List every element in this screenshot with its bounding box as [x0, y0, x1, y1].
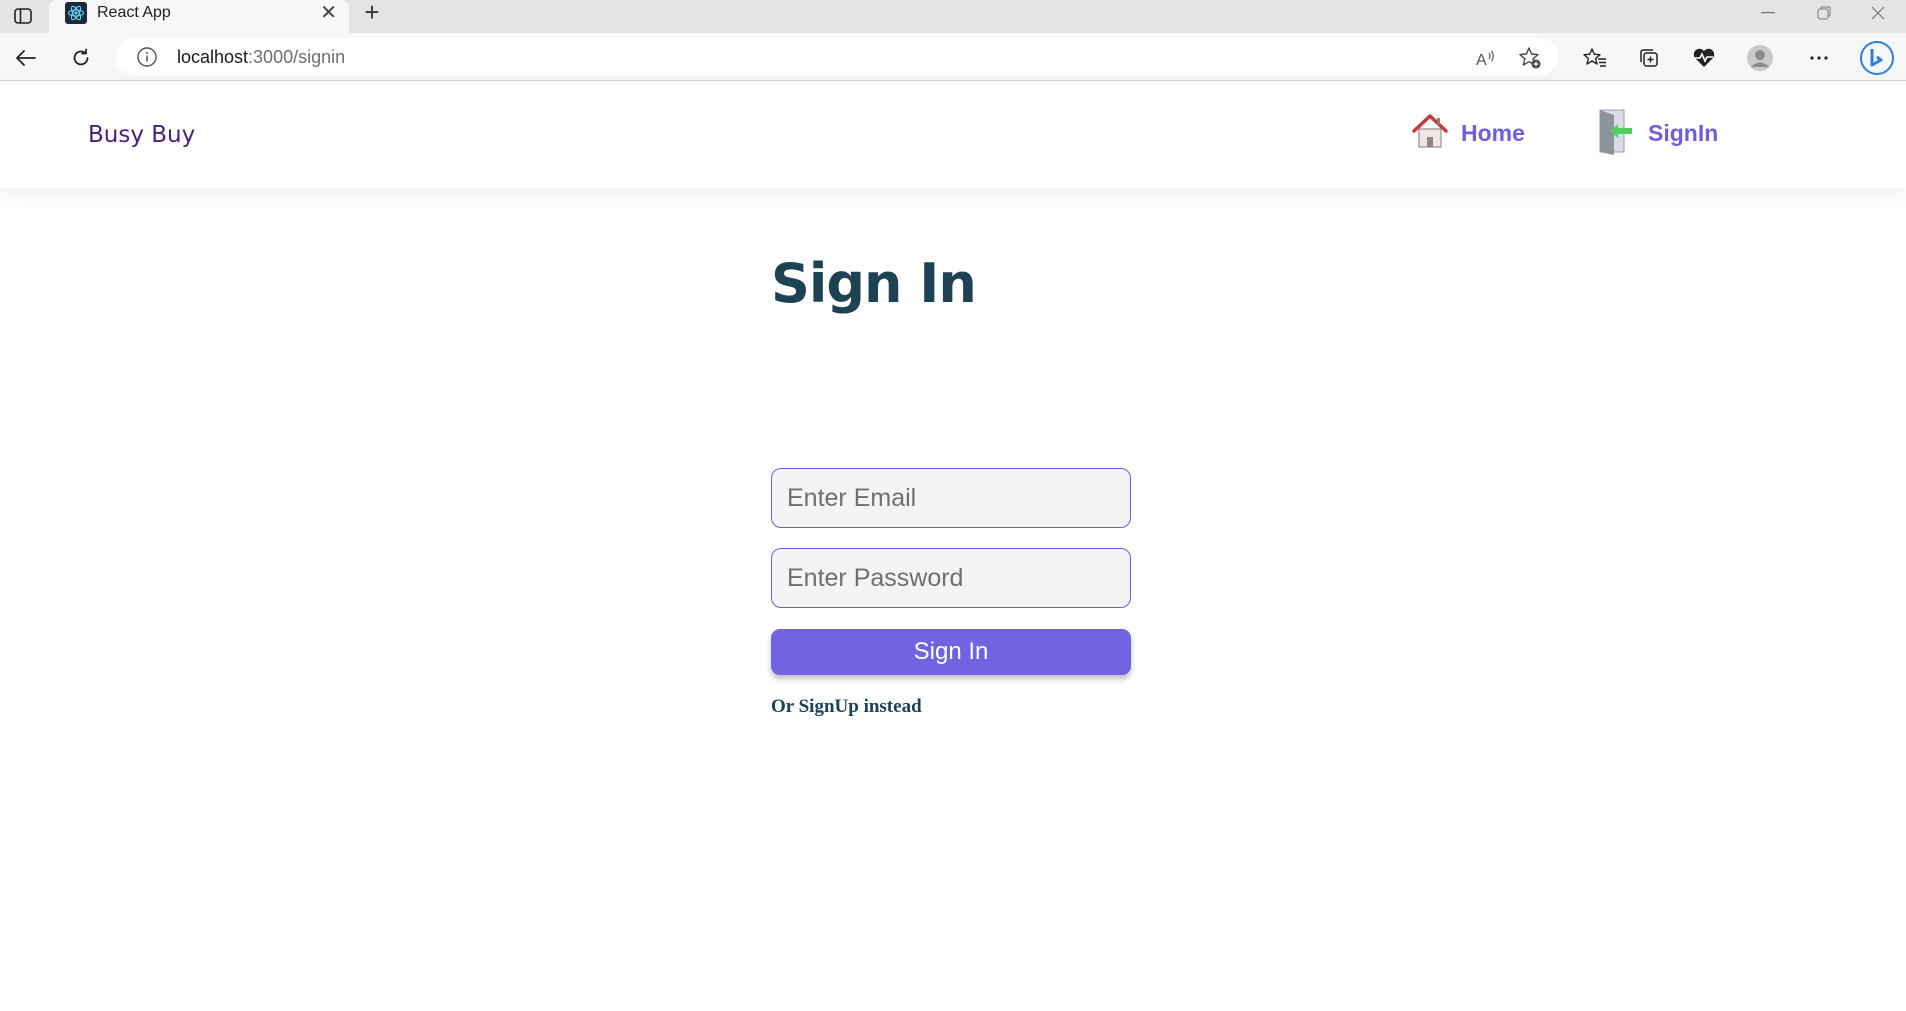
- bing-icon[interactable]: [1858, 39, 1896, 77]
- window-close-icon[interactable]: [1850, 0, 1906, 26]
- browser-tab[interactable]: React App ✕: [49, 0, 349, 33]
- address-bar[interactable]: localhost:3000/signin A: [116, 38, 1558, 76]
- react-logo-icon: [65, 2, 87, 24]
- nav-signin-label: SignIn: [1648, 119, 1719, 146]
- page-title: Sign In: [771, 252, 977, 315]
- close-icon[interactable]: ✕: [320, 2, 337, 24]
- sign-in-button[interactable]: Sign In: [771, 629, 1131, 675]
- browser-toolbar: localhost:3000/signin A: [0, 33, 1906, 81]
- back-icon[interactable]: [11, 43, 41, 73]
- browser-tab-bar: React App ✕ +: [0, 0, 1906, 33]
- nav-signin-link[interactable]: SignIn: [1596, 109, 1718, 157]
- reload-icon[interactable]: [66, 43, 96, 73]
- restore-icon[interactable]: [1796, 0, 1852, 26]
- brand-logo-text[interactable]: Busy Buy: [88, 122, 195, 148]
- collections-icon[interactable]: [1634, 43, 1664, 73]
- navbar: Busy Buy Home SignIn: [0, 82, 1906, 188]
- nav-home-link[interactable]: Home: [1411, 109, 1525, 157]
- page: Busy Buy Home SignIn: [0, 82, 1906, 1011]
- minimize-icon[interactable]: [1740, 0, 1796, 26]
- add-favorite-icon[interactable]: [1518, 46, 1542, 70]
- profile-icon[interactable]: [1745, 43, 1775, 73]
- svg-text:A: A: [1476, 52, 1487, 68]
- read-aloud-icon[interactable]: A: [1474, 46, 1498, 70]
- house-icon: [1411, 112, 1449, 155]
- nav-home-label: Home: [1461, 119, 1525, 146]
- tab-title: React App: [97, 4, 171, 21]
- email-field[interactable]: [771, 468, 1131, 528]
- new-tab-icon[interactable]: +: [358, 0, 386, 26]
- sidebar-toggle-icon[interactable]: [9, 3, 37, 29]
- favorites-icon[interactable]: [1580, 43, 1610, 73]
- password-field[interactable]: [771, 548, 1131, 608]
- door-signin-icon: [1596, 107, 1636, 160]
- signup-link[interactable]: Or SignUp instead: [771, 696, 922, 718]
- health-icon[interactable]: [1689, 43, 1719, 73]
- more-icon[interactable]: [1804, 43, 1834, 73]
- info-icon[interactable]: [136, 46, 158, 68]
- url-text: localhost:3000/signin: [177, 47, 346, 67]
